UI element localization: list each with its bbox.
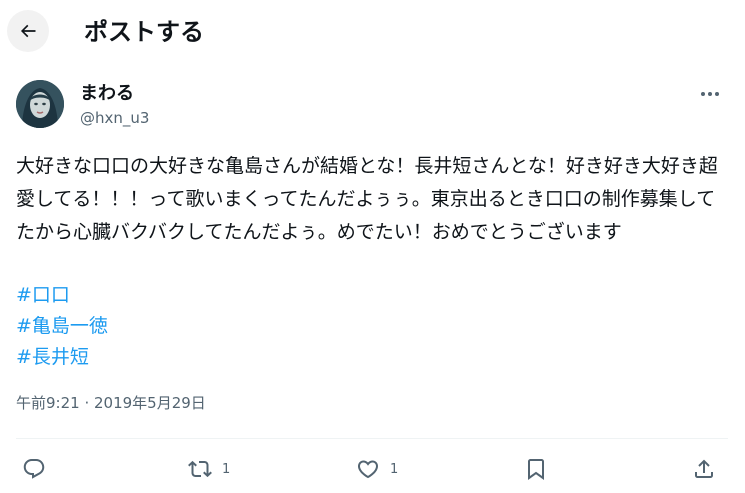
repost-icon [188,460,212,478]
repost-button[interactable]: 1 [188,454,230,484]
reply-icon [23,459,45,479]
divider [16,438,728,439]
hashtag-link[interactable]: #亀島一徳 [16,311,108,342]
avatar-portrait-icon [16,80,64,128]
like-count: 1 [390,461,399,477]
page-header: ポストする [0,0,745,66]
like-button[interactable]: 1 [356,454,398,484]
bookmark-button[interactable] [524,454,548,484]
tweet-text: 大好きな口口の大好きな亀島さんが結婚とな！長井短さんとな！好き好き大好き超愛して… [16,155,718,243]
hashtag-link[interactable]: #口口 [16,280,108,311]
arrow-left-icon [20,24,36,38]
back-button[interactable] [7,10,49,52]
share-button[interactable] [692,454,716,484]
heart-icon [357,460,379,479]
hashtag-link[interactable]: #長井短 [16,342,108,373]
reply-button[interactable] [22,454,46,484]
more-options-button[interactable] [695,84,725,104]
avatar[interactable] [16,80,64,128]
repost-count: 1 [222,461,231,477]
display-name[interactable]: まわる [80,82,134,106]
bookmark-icon [528,459,544,480]
tweet-timestamp[interactable]: 午前9:21 · 2019年5月29日 [16,392,206,414]
share-icon [695,459,713,478]
user-handle[interactable]: @hxn_u3 [80,108,149,128]
page-title: ポストする [84,18,204,46]
hashtag-list: #口口 #亀島一徳 #長井短 [16,280,108,373]
more-dots-icon [701,92,719,96]
